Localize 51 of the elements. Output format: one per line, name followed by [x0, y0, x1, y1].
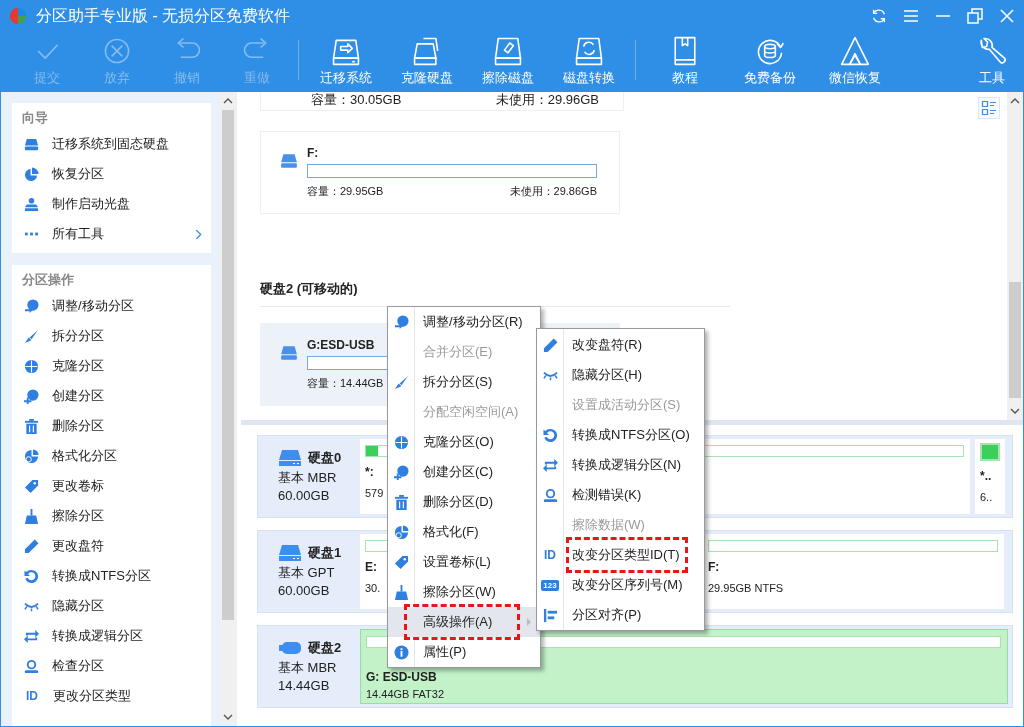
capacity-text: 容量：14.44GB: [307, 376, 384, 391]
partition-scheme: 基本 GPT: [278, 564, 336, 582]
item-label: 检查分区: [52, 657, 104, 675]
capacity-text: 容量：30.05GB: [311, 92, 402, 108]
item-label: 格式化分区: [52, 447, 117, 465]
item-label: 克隆分区: [52, 357, 104, 375]
unused-text: 未使用：29.96GB: [495, 92, 599, 108]
partition-info: 579: [365, 487, 384, 499]
capacity-text: 容量：29.95GB: [307, 184, 384, 199]
item-label: 更改卷标: [52, 477, 104, 495]
partition-label: *:: [365, 465, 374, 479]
item-label: 转换成NTFS分区: [52, 567, 151, 585]
partition-info: 6..: [980, 491, 993, 503]
number-badge-icon: 123: [541, 579, 559, 591]
partition-label: E:: [365, 560, 377, 574]
unused-text: 未使用：29.86GB: [509, 184, 597, 199]
partition-info: 14.44GB FAT32: [366, 688, 445, 700]
item-label: 转换成逻辑分区: [52, 627, 143, 645]
volume-name: G:ESD-USB: [307, 338, 375, 354]
partition-label: F:: [708, 560, 720, 574]
partition-label: *..: [980, 469, 992, 483]
item-label: 拆分分区: [52, 327, 104, 345]
disk-name: 硬盘0: [308, 449, 342, 467]
id-icon: ID: [542, 548, 558, 562]
window-title: 分区助手专业版 - 无损分区免费软件: [36, 5, 291, 26]
item-label: 调整/移动分区: [52, 297, 134, 315]
item-label: 更改分区类型: [53, 687, 131, 705]
partition-label: G: ESD-USB: [366, 670, 437, 684]
item-label: 隐藏分区: [52, 597, 104, 615]
item-label: 迁移系统到固态硬盘: [52, 135, 169, 153]
disk-heading: 硬盘2 (可移动的): [260, 280, 358, 298]
item-label: 恢复分区: [52, 165, 104, 183]
partition-info: 30.: [365, 582, 381, 594]
item-label: 制作启动光盘: [52, 195, 130, 213]
disk-size: 14.44GB: [278, 677, 331, 695]
section-title: 分区操作: [21, 271, 75, 289]
item-label: 更改盘符: [52, 537, 104, 555]
item-label: 删除分区: [52, 417, 104, 435]
id-icon: ID: [24, 689, 40, 703]
disk-size: 60.00GB: [278, 487, 331, 505]
item-label: 擦除分区: [52, 507, 104, 525]
partition-scheme: 基本 MBR: [278, 659, 338, 677]
disk-name: 硬盘1: [308, 544, 342, 562]
partition-scheme: 基本 MBR: [278, 469, 338, 487]
volume-name: F:: [307, 146, 319, 162]
disk-name: 硬盘2: [308, 639, 342, 657]
section-title: 向导: [21, 109, 49, 127]
disk-size: 60.00GB: [278, 582, 331, 600]
item-label: 创建分区: [52, 387, 104, 405]
item-label: 所有工具: [52, 225, 104, 243]
partition-info: 29.95GB NTFS: [708, 582, 784, 594]
